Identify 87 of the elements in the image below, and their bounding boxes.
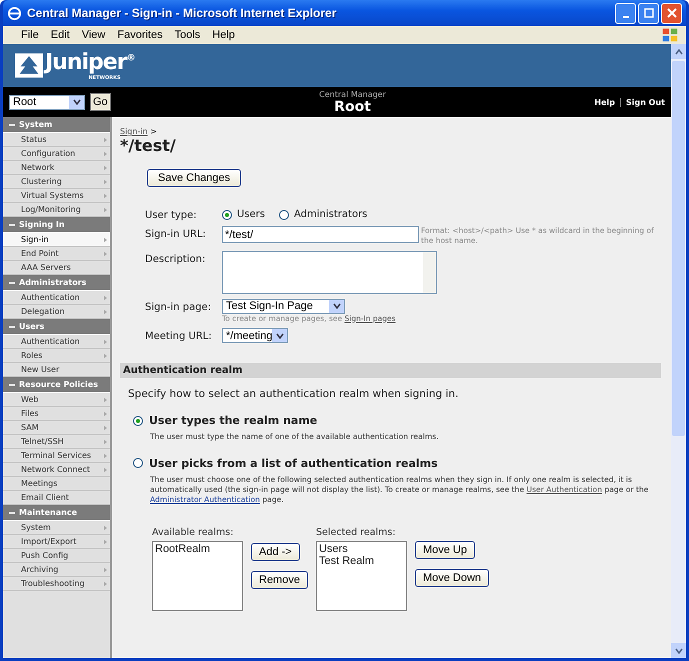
close-button[interactable] bbox=[661, 2, 682, 24]
menu-item[interactable]: View bbox=[76, 29, 112, 41]
caret-icon bbox=[72, 99, 80, 105]
radio-label[interactable]: Administrators bbox=[294, 209, 368, 220]
field-label: Description: bbox=[145, 252, 206, 264]
menu-item[interactable]: Help bbox=[206, 29, 241, 41]
meeting-url-select[interactable]: */meeting bbox=[222, 328, 288, 344]
transfer-button[interactable]: Remove bbox=[251, 571, 308, 590]
option-title[interactable]: User types the realm name bbox=[149, 414, 318, 428]
sidebar-item[interactable]: Authentication bbox=[3, 335, 110, 349]
tree-icon bbox=[15, 53, 43, 78]
sidebar-item[interactable]: Files bbox=[3, 407, 110, 421]
flag-icon bbox=[660, 26, 680, 44]
page-title: Root bbox=[334, 98, 371, 114]
minimize-button[interactable] bbox=[615, 2, 636, 24]
radio-button[interactable] bbox=[133, 416, 143, 426]
caret-icon bbox=[276, 332, 284, 339]
sidebar-item[interactable]: Import/Export bbox=[3, 535, 110, 549]
subtitle: Central Manager bbox=[319, 90, 386, 98]
order-button[interactable]: Move Down bbox=[414, 569, 490, 588]
sign-in-page-select[interactable]: Test Sign-In Page bbox=[222, 298, 345, 314]
go-button[interactable]: Go bbox=[90, 93, 111, 111]
menu-item[interactable]: Favorites bbox=[111, 29, 169, 41]
breadcrumb-separator: > bbox=[150, 127, 157, 136]
breadcrumb-link[interactable]: Sign-in bbox=[120, 127, 148, 136]
sidebar-item[interactable]: Push Config bbox=[3, 549, 110, 563]
sidebar-item[interactable]: Meetings bbox=[3, 477, 110, 491]
sidebar-item[interactable]: Status bbox=[3, 133, 110, 147]
section-header: Authentication realm bbox=[120, 363, 661, 378]
sidebar-item[interactable]: Web bbox=[3, 393, 110, 407]
scroll-up-icon bbox=[674, 48, 682, 54]
sidebar-item[interactable]: System bbox=[3, 521, 110, 535]
sidebar-item[interactable]: Troubleshooting bbox=[3, 577, 110, 591]
radio-button[interactable] bbox=[222, 210, 232, 220]
caret-icon bbox=[332, 303, 340, 309]
window-title: Central Manager - Sign-in - Microsoft Internet Explorer bbox=[27, 6, 338, 20]
radio-button[interactable] bbox=[133, 458, 143, 468]
sidebar-item[interactable]: SAM bbox=[3, 421, 110, 435]
sidebar-item[interactable]: Network bbox=[3, 161, 110, 175]
transfer-button[interactable]: Add -> bbox=[251, 543, 300, 562]
sidebar-item[interactable]: Roles bbox=[3, 349, 110, 363]
selected-realms-list[interactable]: Users Test Realm bbox=[316, 541, 407, 612]
sidebar-item[interactable]: End Point bbox=[3, 247, 110, 261]
root-select[interactable]: Root bbox=[9, 94, 85, 110]
sidebar-item[interactable]: Authentication bbox=[3, 291, 110, 305]
sidebar-item[interactable]: Terminal Services bbox=[3, 449, 110, 463]
list-label: Available realms: bbox=[152, 527, 234, 538]
maximize-icon bbox=[644, 8, 654, 18]
list-item[interactable]: RootRealm bbox=[155, 543, 240, 556]
scrollbar[interactable] bbox=[671, 44, 686, 658]
sidebar-header[interactable]: System bbox=[19, 120, 52, 129]
browser-icon bbox=[7, 6, 22, 20]
sidebar-item[interactable]: Sign-in bbox=[3, 233, 110, 247]
order-button[interactable]: Move Up bbox=[414, 541, 475, 560]
radio-button[interactable] bbox=[279, 210, 290, 220]
menu-item[interactable]: Tools bbox=[168, 29, 206, 41]
field-label: Sign-in page: bbox=[145, 300, 212, 312]
field-label: Meeting URL: bbox=[145, 330, 213, 342]
field-label: User type: bbox=[145, 209, 198, 221]
page-heading: */test/ bbox=[120, 136, 177, 155]
maximize-button[interactable] bbox=[638, 2, 659, 24]
field-label: Sign-in URL: bbox=[145, 228, 207, 240]
list-label: Selected realms: bbox=[316, 527, 397, 538]
scroll-down-icon bbox=[674, 648, 682, 654]
sidebar-item[interactable]: Configuration bbox=[3, 147, 110, 161]
logo-text: Juniper$^{®}$ bbox=[45, 50, 135, 75]
description-field[interactable] bbox=[222, 250, 437, 294]
list-item[interactable]: Test Realm bbox=[318, 555, 404, 568]
sidebar-header[interactable]: Users bbox=[19, 322, 44, 331]
available-realms-list[interactable]: RootRealm bbox=[152, 541, 243, 612]
list-item[interactable]: Users bbox=[318, 543, 404, 556]
sidebar-item[interactable]: Telnet/SSH bbox=[3, 435, 110, 449]
radio-label[interactable]: Users bbox=[237, 209, 266, 220]
sidebar-item[interactable]: Clustering bbox=[3, 175, 110, 189]
option-title[interactable]: User picks from a list of authentication realms bbox=[149, 456, 438, 470]
menu-item[interactable]: Edit bbox=[44, 29, 76, 41]
sidebar-item[interactable]: Network Connect bbox=[3, 463, 110, 477]
menu-item[interactable]: File bbox=[15, 29, 45, 41]
url-field[interactable]: */test/ bbox=[222, 226, 419, 243]
sidebar-item[interactable]: Virtual Systems bbox=[3, 189, 110, 203]
header-link[interactable]: Sign Out bbox=[626, 98, 665, 106]
minimize-icon bbox=[622, 16, 628, 18]
sidebar-item[interactable]: Archiving bbox=[3, 563, 110, 577]
intro-text: Specify how to select an authentication realm when signing in. bbox=[128, 388, 460, 400]
save-button[interactable]: Save Changes bbox=[147, 169, 242, 187]
header-link[interactable]: Help bbox=[594, 98, 615, 106]
close-icon bbox=[666, 8, 676, 18]
